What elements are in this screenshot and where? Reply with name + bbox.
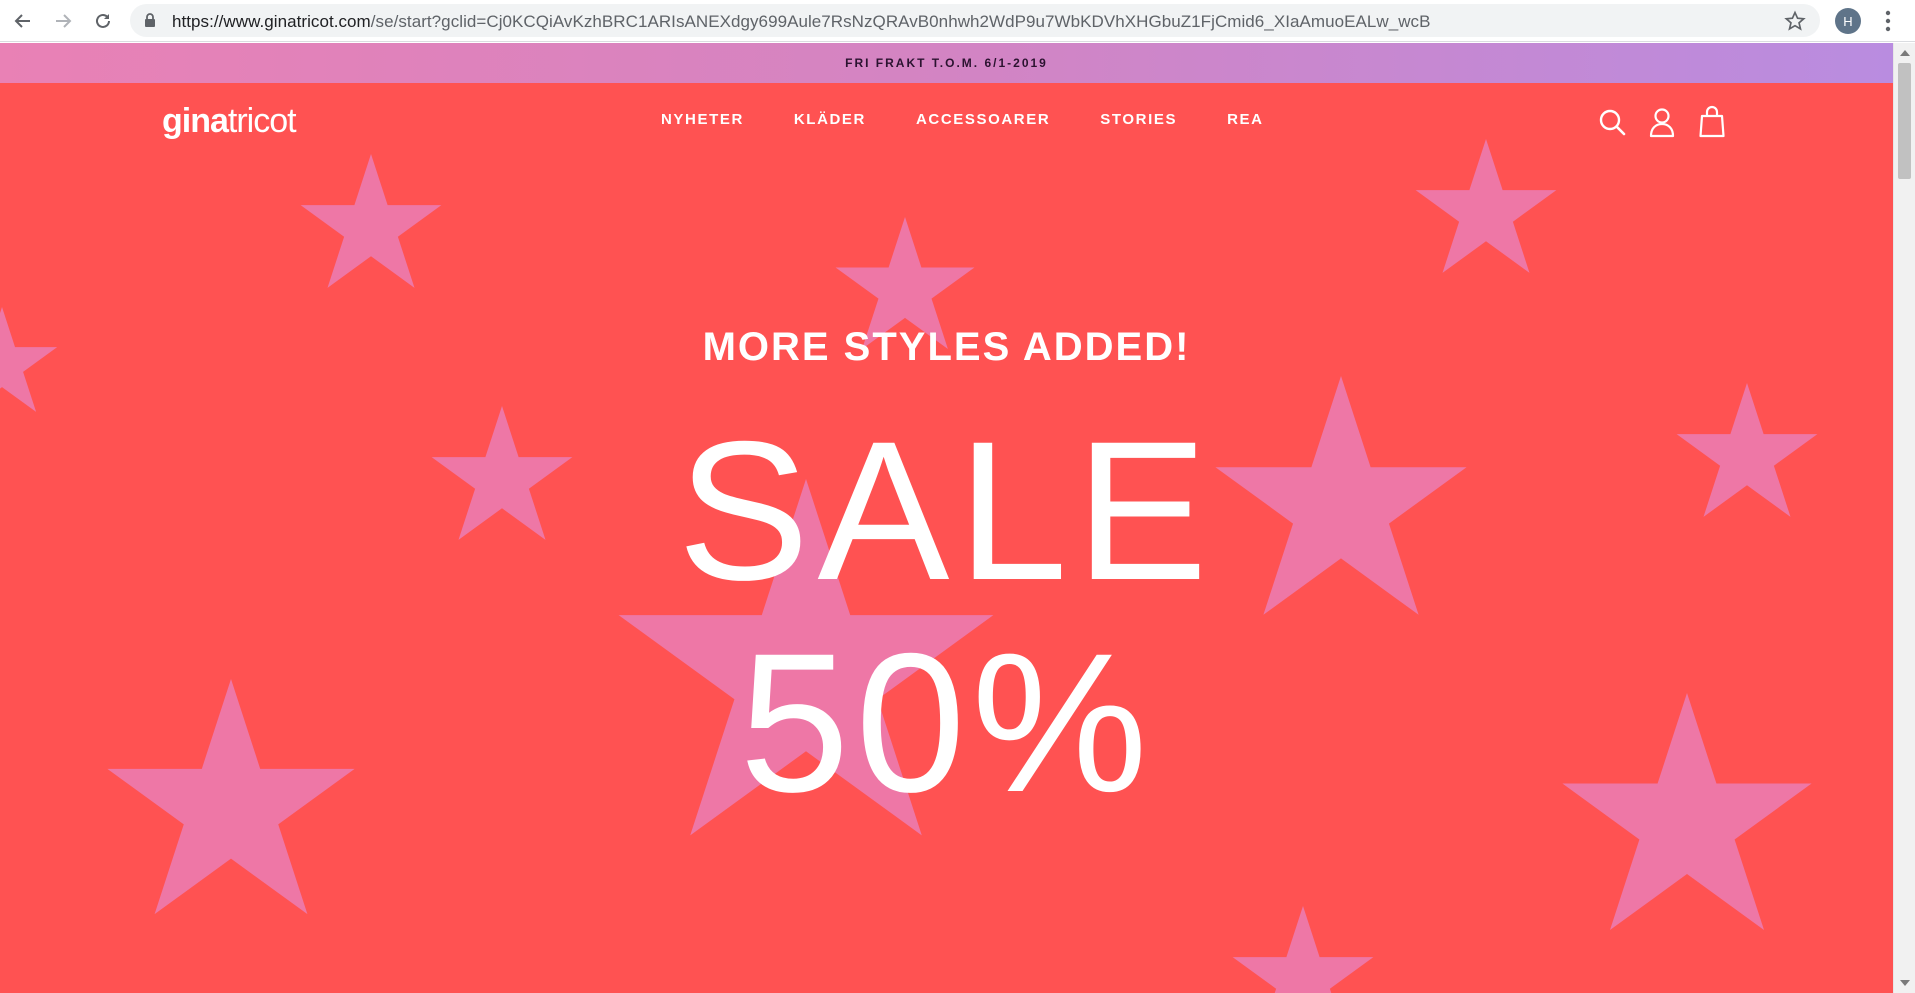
page-viewport: FRI FRAKT T.O.M. 6/1-2019 ginatricot NYH… <box>0 43 1893 993</box>
arrow-right-icon <box>56 14 72 28</box>
hero-headline: SALE <box>677 400 1216 621</box>
page-scrollbar[interactable] <box>1893 43 1915 993</box>
address-bar[interactable]: https://www.ginatricot.com/se/start?gcli… <box>130 4 1820 37</box>
bookmark-star-icon[interactable] <box>1784 10 1806 32</box>
promo-banner[interactable]: FRI FRAKT T.O.M. 6/1-2019 <box>0 43 1893 83</box>
star-shape <box>300 154 442 288</box>
profile-avatar[interactable]: H <box>1835 8 1861 34</box>
account-icon[interactable] <box>1645 105 1679 139</box>
forward-button[interactable] <box>48 6 78 36</box>
nav-nyheter[interactable]: NYHETER <box>661 111 744 128</box>
scrollbar-thumb[interactable] <box>1898 63 1911 179</box>
shopping-bag-icon[interactable] <box>1695 105 1729 139</box>
scroll-down-arrow-icon[interactable] <box>1900 980 1910 986</box>
nav-rea[interactable]: REA <box>1227 111 1263 128</box>
star-shape <box>1415 139 1557 273</box>
promo-text: FRI FRAKT T.O.M. 6/1-2019 <box>845 56 1048 70</box>
lock-icon <box>145 13 155 27</box>
hero-discount: 50% <box>739 612 1154 833</box>
nav-accessoarer[interactable]: ACCESSOARER <box>916 111 1050 128</box>
star-shape <box>1232 906 1374 993</box>
hero-tagline: MORE STYLES ADDED! <box>702 325 1191 369</box>
reload-icon <box>96 13 110 28</box>
ginatricot-logo[interactable]: ginatricot <box>162 101 297 141</box>
search-icon[interactable] <box>1595 105 1629 139</box>
browser-toolbar: https://www.ginatricot.com/se/start?gcli… <box>0 0 1915 42</box>
nav-klader[interactable]: KLÄDER <box>794 111 866 128</box>
back-button[interactable] <box>8 6 38 36</box>
arrow-left-icon <box>14 14 30 28</box>
more-vert-icon[interactable] <box>1876 8 1900 34</box>
url-text: https://www.ginatricot.com/se/start?gcli… <box>172 12 1431 31</box>
scroll-up-arrow-icon[interactable] <box>1900 50 1910 56</box>
nav-stories[interactable]: STORIES <box>1100 111 1177 128</box>
reload-button[interactable] <box>88 6 118 36</box>
main-navigation: NYHETER KLÄDER ACCESSOARER STORIES REA <box>661 111 1314 128</box>
